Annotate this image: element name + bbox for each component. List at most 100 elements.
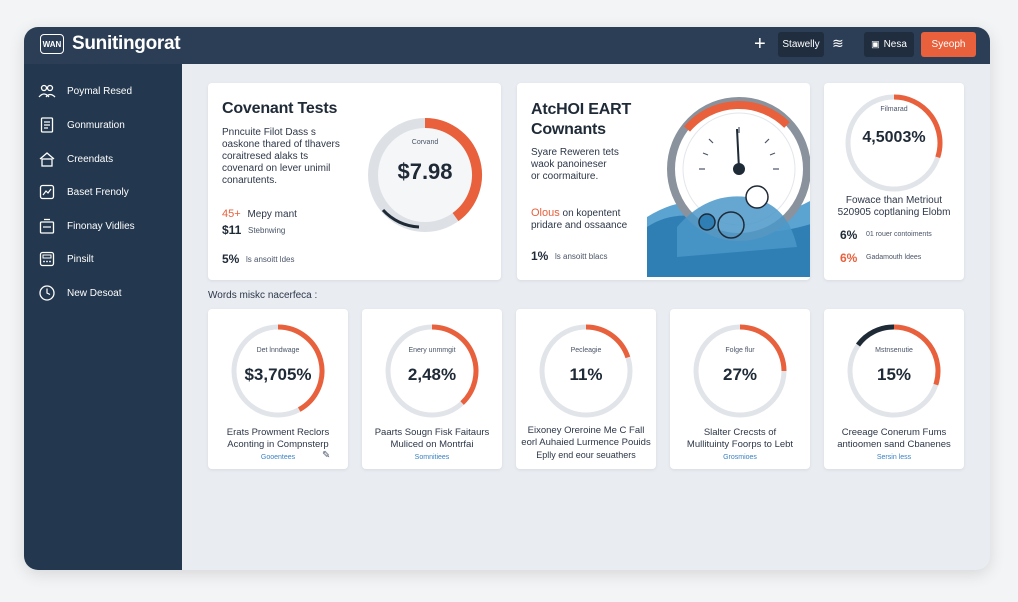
sidebar-item-6[interactable]: New Desoat bbox=[38, 282, 178, 304]
gauge-label: Filmarad bbox=[880, 106, 908, 113]
gauge-label: Pecleagie bbox=[570, 347, 602, 354]
card-link[interactable]: Somnitiees bbox=[362, 454, 502, 461]
sidebar-item-4[interactable]: Finonay Vidlies bbox=[38, 215, 178, 237]
section-label: Words miskc nacerfeca : bbox=[208, 290, 318, 301]
card-link[interactable]: Sersin less bbox=[824, 454, 964, 461]
people-icon bbox=[38, 82, 56, 100]
sidebar-item-label: Creendats bbox=[67, 153, 114, 165]
atchoi-card: AtcHOI EART Cownants Syare Reweren tets … bbox=[517, 83, 810, 280]
card-description-line: oaskone thared of tlhavers bbox=[222, 139, 340, 150]
edit-icon[interactable]: ✎ bbox=[322, 450, 330, 461]
gauge-dark-arc bbox=[855, 324, 895, 347]
card-description-line: or coormaiture. bbox=[531, 171, 599, 182]
chart-box-icon bbox=[38, 183, 56, 201]
metric-link[interactable]: ls ansoitt ldes bbox=[246, 255, 294, 264]
house-icon bbox=[38, 150, 56, 168]
highlight-rest: on kopentent bbox=[559, 208, 621, 219]
sidebar-item-label: Finonay Vidlies bbox=[67, 220, 135, 232]
sidebar-item-label: Pinsilt bbox=[67, 253, 94, 265]
toolbar-button-primary[interactable]: Syeoph bbox=[921, 32, 976, 57]
filmarad-card: Filmarad 4,5003% Fowace than Metriout 52… bbox=[824, 83, 964, 280]
card-description-line: 520905 coptlaning Elobm bbox=[837, 207, 951, 218]
covenant-tests-card: Covenant Tests Pnncuite Filot Dass s oas… bbox=[208, 83, 501, 280]
sidebar-item-label: Baset Frenoly bbox=[67, 186, 129, 198]
metric-row: 45+ Mepy mant bbox=[222, 208, 297, 221]
gauge-value: 15% bbox=[876, 365, 912, 384]
gauge-value: $7.98 bbox=[397, 159, 453, 184]
sidebar-item-5[interactable]: Pinsilt bbox=[38, 248, 178, 270]
mini-card: Det lnndwage $3,705% Erats Prowment Recl… bbox=[208, 309, 348, 469]
mini-card: Pecleagie 11% Eixoney Oreroine Me C Fall… bbox=[516, 309, 656, 469]
mini-card: Mstnsenutie 15% Creeage Conerum Fums ant… bbox=[824, 309, 964, 469]
card-description-line: Syare Reweren tets bbox=[531, 147, 619, 158]
card-description-line: Creeage Conerum Fums bbox=[841, 427, 947, 438]
metric-label: Gadamouth ldees bbox=[866, 254, 922, 261]
gauge-label: Corvand bbox=[411, 139, 439, 146]
top-bar: WAN Sunitingorat + Stawelly ≋ ▣ Nesa Sye… bbox=[24, 27, 990, 64]
card-highlight: Olous on kopentent bbox=[531, 207, 620, 220]
card-description-line: pridare and ossaance bbox=[531, 220, 628, 231]
sidebar-item-label: Poymal Resed bbox=[67, 85, 133, 97]
lock-icon: ▣ bbox=[871, 39, 880, 49]
sidebar: Poymal Resed Gonmuration Creendats Baset… bbox=[24, 64, 182, 570]
gauge-label: Mstnsenutie bbox=[875, 347, 913, 354]
card-description-line: Pnncuite Filot Dass s bbox=[222, 127, 316, 138]
gauge-value: 4,5003% bbox=[862, 129, 926, 146]
card-description-line: Slalter Crecsts of bbox=[703, 427, 777, 438]
card-title: AtcHOI EART bbox=[531, 101, 632, 118]
metric-label: Mepy mant bbox=[247, 209, 297, 220]
card-description-line: Paarts Sougn Fisk Faitaurs bbox=[374, 427, 490, 438]
sidebar-item-label: Gonmuration bbox=[67, 119, 125, 131]
card-description-line: Eplly end eour seuathers bbox=[536, 450, 636, 460]
sidebar-item-label: New Desoat bbox=[67, 287, 122, 299]
mini-card: Folge flur 27% Slalter Crecsts of Mullit… bbox=[670, 309, 810, 469]
card-title: Covenant Tests bbox=[222, 100, 338, 117]
logo-icon: WAN bbox=[40, 34, 64, 54]
card-description-line: Erats Prowment Reclors bbox=[226, 427, 330, 438]
metric-value: 6% bbox=[840, 251, 858, 265]
document-icon bbox=[38, 116, 56, 134]
sidebar-item-1[interactable]: Gonmuration bbox=[38, 114, 178, 136]
toolbar-button-stawelly[interactable]: Stawelly bbox=[778, 32, 824, 57]
gauge-label: Enery unmmgit bbox=[408, 347, 456, 354]
dial-illustration bbox=[647, 97, 810, 277]
metric-value: 5% bbox=[222, 252, 240, 266]
sidebar-item-3[interactable]: Baset Frenoly bbox=[38, 181, 178, 203]
sidebar-item-2[interactable]: Creendats bbox=[38, 148, 178, 170]
app-title: Sunitingorat bbox=[72, 33, 181, 54]
edit-icon[interactable]: ≋ bbox=[832, 35, 844, 52]
metric-label: 01 rouer contoiments bbox=[866, 231, 932, 238]
metric-value: 6% bbox=[840, 228, 858, 242]
mini-card: Enery unmmgit 2,48% Paarts Sougn Fisk Fa… bbox=[362, 309, 502, 469]
sidebar-item-0[interactable]: Poymal Resed bbox=[38, 80, 178, 102]
card-description-line: antioomen sand Cbanenes bbox=[837, 439, 951, 450]
calculator-icon bbox=[38, 250, 56, 268]
card-description-line: Fowace than Metriout bbox=[845, 195, 943, 206]
highlight-word: Olous bbox=[531, 207, 560, 219]
gauge-value: $3,705% bbox=[244, 365, 312, 384]
metric-value: $11 bbox=[222, 223, 242, 237]
card-description-line: coraitresed alaks ts bbox=[222, 151, 309, 162]
card-description-line: Mullituinty Foorps to Lebt bbox=[686, 439, 794, 450]
card-description-line: eorl Auhaied Lurmence Pouids bbox=[521, 437, 651, 448]
card-link[interactable]: Grosmioes bbox=[670, 454, 810, 461]
card-description-line: covenard on lever unimil bbox=[222, 163, 331, 174]
toolbar-button-nesa[interactable]: ▣ Nesa bbox=[864, 32, 914, 57]
toolbar-button-label: Nesa bbox=[883, 39, 907, 50]
metric-label: Stebnwing bbox=[248, 226, 286, 235]
clock-icon bbox=[38, 284, 56, 302]
metric-link[interactable]: ls ansoitt blacs bbox=[555, 252, 607, 261]
add-icon[interactable]: + bbox=[754, 33, 766, 55]
card-description-line: Muliced on Montrfai bbox=[390, 439, 474, 450]
gauge-value: 11% bbox=[569, 365, 603, 384]
gauge-value: 2,48% bbox=[407, 365, 457, 384]
gauge-label: Det lnndwage bbox=[256, 347, 300, 354]
card-title: Cownants bbox=[531, 121, 606, 138]
card-description-line: waok panoineser bbox=[531, 159, 607, 170]
gauge-label: Folge flur bbox=[725, 347, 755, 354]
metric-value: 45+ bbox=[222, 208, 241, 220]
card-description-line: conarutents. bbox=[222, 175, 278, 186]
card-description-line: Eixoney Oreroine Me C Fall bbox=[527, 425, 645, 436]
app-window: WAN Sunitingorat + Stawelly ≋ ▣ Nesa Sye… bbox=[24, 27, 990, 570]
metric-value: 1% bbox=[531, 249, 549, 263]
